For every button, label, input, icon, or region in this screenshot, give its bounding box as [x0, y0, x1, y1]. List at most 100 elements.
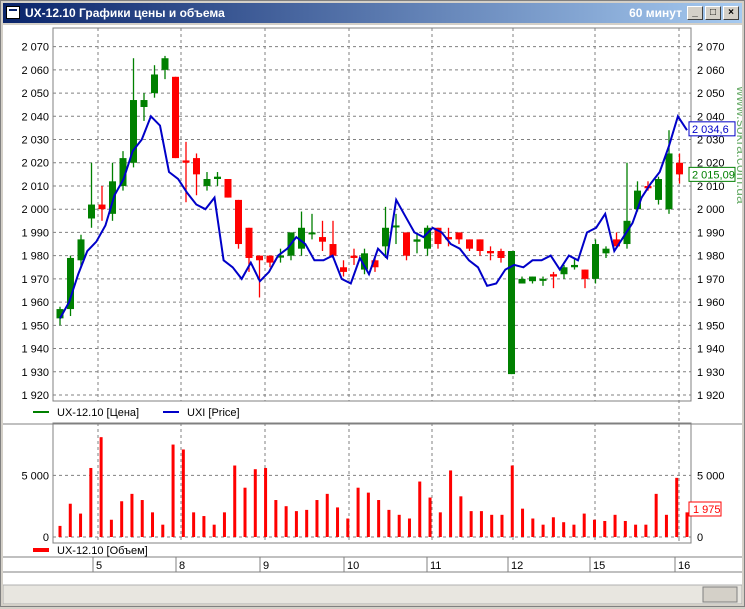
volume-bar	[346, 518, 350, 537]
candle-body	[550, 274, 557, 277]
volume-bar	[592, 519, 596, 537]
x-tick-label: 15	[593, 560, 605, 572]
volume-bar	[356, 487, 360, 537]
chart-window: UX-12.10 Графики цены и объема 60 минут …	[0, 0, 745, 607]
volume-bar	[377, 500, 381, 537]
x-tick-label: 10	[347, 560, 359, 572]
price-tick-left: 1 990	[21, 227, 49, 239]
price-tick-left: 2 030	[21, 135, 49, 147]
volume-bar	[428, 497, 432, 537]
volume-bar	[243, 487, 247, 537]
volume-bar	[99, 437, 103, 537]
volume-bar	[130, 493, 134, 537]
volume-bar	[151, 512, 155, 537]
price-tick-left: 1 970	[21, 274, 49, 286]
volume-bar	[551, 517, 555, 537]
volume-tick-right: 5 000	[697, 470, 725, 482]
candle-body	[655, 179, 662, 200]
price-tick-right: 2 000	[697, 204, 725, 216]
legend-volume-label: UX-12.10 [Объем]	[57, 545, 148, 557]
volume-bar	[675, 477, 679, 537]
volume-bar	[459, 496, 463, 537]
volume-bar	[68, 503, 72, 537]
volume-bar	[58, 525, 62, 537]
volume-bar	[521, 508, 525, 537]
candle-body	[403, 232, 410, 256]
volume-bar	[644, 524, 648, 537]
volume-bar	[253, 469, 257, 537]
watermark-text: www.sokra.com.ua	[734, 85, 742, 204]
volume-bar	[264, 467, 268, 537]
candle-body	[487, 251, 494, 254]
candle-body	[592, 244, 599, 279]
volume-bar	[222, 512, 226, 537]
volume-bar	[202, 516, 206, 537]
price-tick-left: 2 020	[21, 158, 49, 170]
x-tick-label: 9	[263, 560, 269, 572]
candle-body	[193, 158, 200, 175]
app-icon	[6, 6, 20, 19]
volume-bar	[315, 500, 319, 537]
volume-bar	[212, 524, 216, 537]
volume-bar	[469, 511, 473, 537]
scrollbar-thumb[interactable]	[702, 586, 738, 603]
candle-body	[466, 239, 473, 249]
price-tick-left: 1 960	[21, 297, 49, 309]
candle-body	[266, 255, 274, 263]
candle-body	[172, 76, 179, 159]
candle-body	[182, 160, 190, 163]
price-tick-right: 2 060	[697, 65, 725, 77]
x-tick-label: 8	[179, 560, 185, 572]
volume-bar	[294, 511, 298, 537]
price-tick-left: 1 980	[21, 251, 49, 263]
volume-bar	[438, 512, 442, 537]
candle-body	[665, 153, 673, 210]
volume-bar	[325, 493, 329, 537]
price-tick-right: 1 950	[697, 320, 725, 332]
volume-bar	[613, 514, 617, 537]
candle-body	[413, 239, 421, 242]
volume-bar	[336, 507, 340, 537]
price-tick-left: 2 050	[21, 88, 49, 100]
volume-bar	[233, 465, 237, 537]
candle-body	[151, 74, 158, 94]
volume-bar	[479, 511, 483, 537]
price-tick-left: 2 070	[21, 42, 49, 54]
volume-bar	[531, 518, 535, 537]
candle-body	[476, 239, 484, 251]
candle-body	[203, 179, 211, 186]
volume-bar	[397, 514, 401, 537]
price-tick-left: 2 040	[21, 111, 49, 123]
candle-body	[382, 227, 389, 247]
candle-body	[508, 251, 515, 375]
price-tick-right: 2 070	[697, 42, 725, 54]
volume-bar	[171, 444, 175, 537]
candle-body	[329, 244, 337, 256]
volume-bar	[274, 500, 278, 537]
chart-area: 1 920 1 920 1 930 1 930 1 940 1 940 1 950 1 950…	[2, 25, 745, 605]
minimize-button[interactable]: _	[687, 6, 703, 20]
title-bar[interactable]: UX-12.10 Графики цены и объема 60 минут …	[3, 3, 742, 23]
candle-body	[224, 179, 232, 198]
price-tick-right: 1 980	[697, 251, 725, 263]
volume-bar	[366, 492, 370, 537]
price-tick-left: 1 950	[21, 320, 49, 332]
volume-bar	[490, 514, 494, 537]
price-tick-right: 1 930	[697, 367, 725, 379]
price-tick-right: 2 010	[697, 181, 725, 193]
ux-badge-label: 2 015,09	[692, 169, 735, 181]
candle-body	[571, 264, 578, 268]
maximize-button[interactable]: □	[705, 6, 721, 20]
volume-bar	[284, 506, 288, 537]
volume-badge-label: 1 975	[693, 504, 721, 516]
volume-bar	[161, 524, 165, 537]
candle-body	[161, 58, 169, 70]
volume-bar	[449, 470, 453, 537]
candle-body	[308, 232, 316, 235]
volume-bar	[634, 524, 638, 537]
candle-body	[245, 227, 253, 258]
volume-bar	[181, 449, 185, 537]
candle-body	[88, 204, 95, 219]
volume-bar	[387, 509, 391, 537]
close-button[interactable]: ×	[723, 6, 739, 20]
